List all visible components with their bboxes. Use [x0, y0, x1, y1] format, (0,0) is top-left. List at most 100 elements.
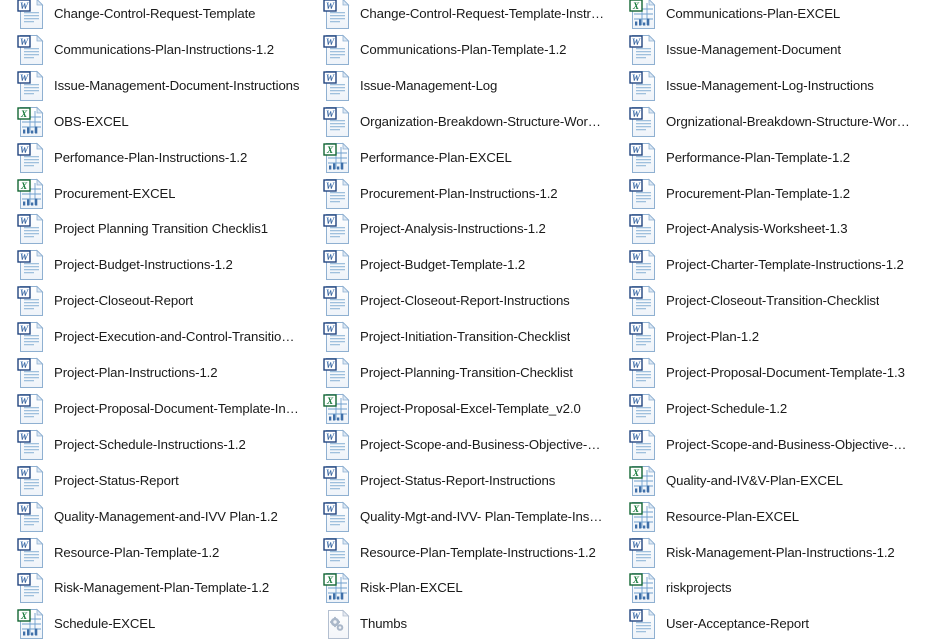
file-name-label: Quality-Management-and-IVV Plan-1.2	[54, 508, 278, 524]
file-list-item[interactable]: W Project-Initiation-Transition-Checklis…	[306, 321, 606, 353]
file-list-item[interactable]: W Project-Status-Report	[0, 465, 300, 497]
excel-spreadsheet-icon: X	[628, 572, 660, 604]
file-name-label: Project-Planning-Transition-Checklist	[360, 365, 573, 380]
file-list-item[interactable]: W Issue-Management-Log-Instructions	[612, 70, 912, 102]
file-list-item[interactable]: W Quality-Management-and-IVV Plan-1.2	[0, 501, 300, 533]
file-name-label: Perfomance-Plan-Instructions-1.2	[54, 149, 248, 165]
svg-text:W: W	[326, 182, 335, 192]
word-document-icon: W	[17, 465, 44, 496]
file-list-item[interactable]: W Project-Planning-Transition-Checklist	[306, 357, 606, 389]
word-document-icon: W	[628, 357, 660, 389]
file-list-item[interactable]: W User-Acceptance-Report	[612, 608, 912, 640]
file-list-item[interactable]: W Communications-Plan-Instructions-1.2	[0, 34, 300, 66]
file-list-item[interactable]: W Project-Status-Report-Instructions	[306, 465, 606, 497]
file-list-item[interactable]: W Issue-Management-Document-Instructions	[0, 70, 300, 102]
word-document-icon: W	[628, 249, 660, 281]
file-name-label: riskprojects	[666, 580, 732, 596]
file-list-item[interactable]: W Project-Execution-and-Control-Transiti…	[0, 321, 300, 353]
svg-text:W: W	[20, 361, 29, 371]
file-name-label: Project-Schedule-Instructions-1.2	[54, 436, 246, 452]
file-list-item[interactable]: W Organization-Breakdown-Structure-Works…	[306, 106, 606, 138]
word-document-icon: W	[322, 537, 354, 569]
file-list-item[interactable]: W Procurement-Plan-Template-1.2	[612, 178, 912, 210]
file-list-item[interactable]: X Procurement-EXCEL	[0, 178, 300, 210]
file-list-item[interactable]: W Quality-Mgt-and-IVV- Plan-Template-Ins…	[306, 501, 606, 533]
file-list-item[interactable]: X Performance-Plan-EXCEL	[306, 142, 606, 174]
file-name-label: Project-Proposal-Document-Template-1.3	[666, 365, 905, 380]
file-list-item[interactable]: W Project-Closeout-Report-Instructions	[306, 285, 606, 317]
file-name-label: Performance-Plan-EXCEL	[360, 149, 512, 165]
word-document-icon: W	[629, 178, 656, 209]
word-document-icon: W	[322, 249, 354, 281]
file-list-item[interactable]: W Orgnizational-Breakdown-Structure-Work…	[612, 106, 912, 138]
word-document-icon: W	[17, 321, 44, 353]
file-list-item[interactable]: W Performance-Plan-Template-1.2	[612, 142, 912, 174]
svg-text:W: W	[20, 74, 29, 84]
file-list-item[interactable]: W Project-Closeout-Transition-Checklist	[612, 285, 912, 317]
file-name-label: Resource-Plan-EXCEL	[666, 508, 799, 524]
file-list-item[interactable]: W Procurement-Plan-Instructions-1.2	[306, 178, 606, 210]
excel-spreadsheet-icon: X	[323, 393, 350, 424]
file-list-item[interactable]: Thumbs	[306, 608, 606, 640]
file-name-label: Project-Closeout-Transition-Checklist	[666, 293, 880, 309]
file-list-item[interactable]: W Project-Schedule-Instructions-1.2	[0, 429, 300, 461]
svg-text:X: X	[632, 2, 640, 12]
word-document-icon: W	[17, 142, 44, 173]
file-list-item[interactable]: X Communications-Plan-EXCEL	[612, 0, 912, 30]
svg-text:X: X	[20, 182, 28, 192]
file-list-item[interactable]: W Project-Proposal-Document-Template-1.3	[612, 357, 912, 389]
word-document-icon: W	[323, 465, 350, 496]
word-document-icon: W	[323, 70, 350, 101]
word-document-icon: W	[629, 34, 656, 65]
file-list-item[interactable]: W Project-Plan-Instructions-1.2	[0, 357, 300, 389]
file-list-grid[interactable]: W Change-Control-Request-Template W Chan…	[0, 0, 935, 641]
svg-text:X: X	[20, 612, 28, 622]
svg-text:W: W	[632, 38, 641, 48]
word-document-icon: W	[16, 537, 48, 569]
svg-text:W: W	[20, 325, 29, 335]
svg-text:W: W	[632, 361, 641, 371]
file-list-item[interactable]: W Project-Proposal-Document-Template-Ins…	[0, 393, 300, 425]
word-document-icon: W	[322, 501, 354, 533]
file-list-item[interactable]: W Resource-Plan-Template-Instructions-1.…	[306, 537, 606, 569]
svg-text:W: W	[326, 110, 335, 120]
file-list-item[interactable]: W Project-Budget-Template-1.2	[306, 249, 606, 281]
file-list-item[interactable]: X Resource-Plan-EXCEL	[612, 501, 912, 533]
file-list-item[interactable]: X Quality-and-IV&V-Plan-EXCEL	[612, 465, 912, 497]
file-name-label: Issue-Management-Document-Instructions	[54, 77, 300, 93]
file-list-item[interactable]: W Communications-Plan-Template-1.2	[306, 34, 606, 66]
file-list-item[interactable]: W Resource-Plan-Template-1.2	[0, 537, 300, 569]
file-list-item[interactable]: X Risk-Plan-EXCEL	[306, 572, 606, 604]
word-document-icon: W	[322, 213, 354, 245]
file-name-label: Change-Control-Request-Template	[54, 6, 256, 21]
svg-text:W: W	[20, 38, 29, 48]
file-list-item[interactable]: W Project-Analysis-Worksheet-1.3	[612, 213, 912, 245]
file-list-item[interactable]: W Change-Control-Request-Template-Instru…	[306, 0, 606, 30]
file-list-item[interactable]: X riskprojects	[612, 572, 912, 604]
file-list-item[interactable]: X Schedule-EXCEL	[0, 608, 300, 640]
file-list-item[interactable]: W Risk-Management-Plan-Template-1.2	[0, 572, 300, 604]
file-list-item[interactable]: W Risk-Management-Plan-Instructions-1.2	[612, 537, 912, 569]
svg-text:W: W	[632, 612, 641, 622]
file-name-label: Project-Proposal-Excel-Template_v2.0	[360, 400, 581, 416]
file-name-label: Quality-and-IV&V-Plan-EXCEL	[666, 472, 843, 488]
file-list-item[interactable]: W Project-Schedule-1.2	[612, 393, 912, 425]
file-list-item[interactable]: W Issue-Management-Log	[306, 70, 606, 102]
file-list-item[interactable]: W Project-Closeout-Report	[0, 285, 300, 317]
file-list-item[interactable]: W Project-Analysis-Instructions-1.2	[306, 213, 606, 245]
file-list-item[interactable]: W Project-Budget-Instructions-1.2	[0, 249, 300, 281]
svg-text:X: X	[326, 146, 334, 156]
file-list-item[interactable]: W Project-Scope-and-Business-Objective-W…	[612, 429, 912, 461]
file-list-item[interactable]: X Project-Proposal-Excel-Template_v2.0	[306, 393, 606, 425]
file-list-item[interactable]: W Perfomance-Plan-Instructions-1.2	[0, 142, 300, 174]
file-list-item[interactable]: W Project-Scope-and-Business-Objective-W…	[306, 429, 606, 461]
word-document-icon: W	[628, 429, 660, 461]
file-name-label: Project-Analysis-Worksheet-1.3	[666, 221, 848, 237]
file-list-item[interactable]: W Issue-Management-Document	[612, 34, 912, 66]
file-list-item[interactable]: X OBS-EXCEL	[0, 106, 300, 138]
file-list-item[interactable]: W Change-Control-Request-Template	[0, 0, 300, 30]
file-list-item[interactable]: W Project-Charter-Template-Instructions-…	[612, 249, 912, 281]
file-list-item[interactable]: W Project Planning Transition Checklis1	[0, 213, 300, 245]
file-name-label: Project-Status-Report-Instructions	[360, 472, 556, 488]
file-list-item[interactable]: W Project-Plan-1.2	[612, 321, 912, 353]
